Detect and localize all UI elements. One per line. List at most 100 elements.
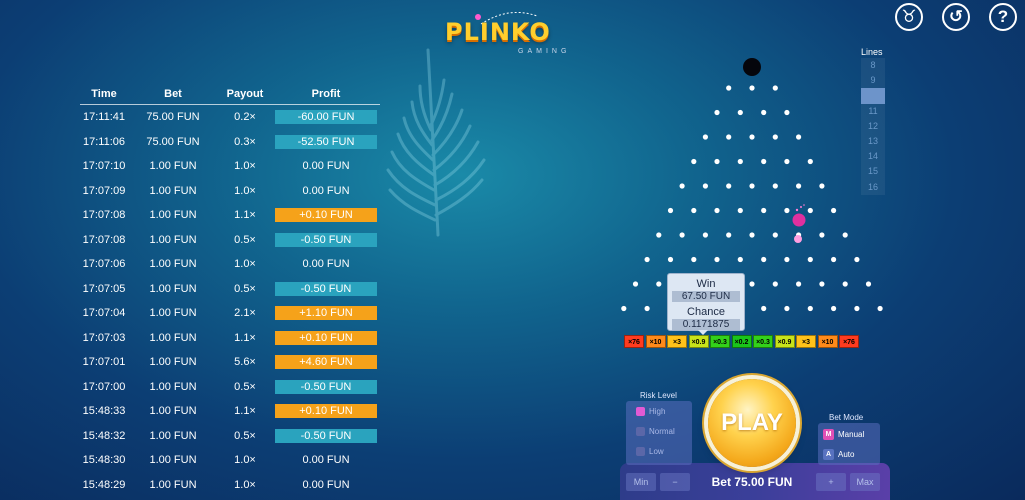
plinko-logo: PLINKO GAMING bbox=[445, 10, 585, 60]
lines-option[interactable]: 15 bbox=[861, 164, 885, 179]
peg bbox=[714, 207, 720, 214]
win-tooltip: Win 67.50 FUN Chance 0.1171875 bbox=[667, 273, 745, 331]
lines-option[interactable]: 16 bbox=[861, 180, 885, 195]
cell-profit: +0.10 FUN bbox=[272, 208, 380, 223]
profit-pill: +0.10 FUN bbox=[275, 404, 377, 419]
table-row: 17:07:03 1.00 FUN 1.1× +0.10 FUN bbox=[80, 326, 380, 351]
peg bbox=[737, 256, 743, 263]
profit-pill: -0.50 FUN bbox=[275, 232, 377, 247]
peg bbox=[726, 134, 732, 140]
header-payout: Payout bbox=[226, 88, 264, 100]
table-row: 15:48:32 1.00 FUN 0.5× -0.50 FUN bbox=[80, 424, 380, 449]
mode-option-label: Auto bbox=[838, 449, 855, 459]
cell-payout: 1.0× bbox=[234, 160, 256, 173]
cell-time: 17:07:10 bbox=[82, 160, 126, 173]
history-icon[interactable]: ↺ bbox=[942, 3, 970, 31]
cell-bet: 1.00 FUN bbox=[149, 282, 197, 295]
lines-option[interactable]: 9 bbox=[861, 73, 885, 88]
cell-bet: 1.00 FUN bbox=[149, 307, 197, 320]
cell-time: 17:07:08 bbox=[82, 209, 126, 222]
cell-payout: 0.2× bbox=[234, 111, 256, 124]
peg bbox=[842, 232, 848, 238]
game-screen: PLINKO GAMING ♉ ↺ ? Time Bet Payout Prof… bbox=[0, 0, 1025, 500]
cell-bet: 1.00 FUN bbox=[149, 233, 197, 246]
profit-pill: 0.00 FUN bbox=[302, 184, 350, 197]
lines-option[interactable]: 8 bbox=[861, 58, 885, 73]
risk-level-label: Risk Level bbox=[640, 391, 677, 400]
peg bbox=[819, 183, 825, 189]
table-row: 17:07:00 1.00 FUN 0.5× -0.50 FUN bbox=[80, 375, 380, 400]
cell-payout: 2.1× bbox=[234, 307, 256, 320]
trophy-glyph: ♉ bbox=[901, 7, 917, 26]
bet-mode-selector: M Manual A Auto bbox=[818, 423, 880, 465]
lines-option[interactable]: 10 bbox=[861, 88, 885, 104]
chance-value: 0.1171875 bbox=[672, 319, 740, 330]
cell-time: 17:07:08 bbox=[82, 233, 126, 246]
peg bbox=[772, 85, 778, 91]
peg bbox=[667, 207, 674, 214]
peg bbox=[831, 256, 837, 263]
cell-profit: -52.50 FUN bbox=[272, 134, 380, 149]
table-row: 17:07:05 1.00 FUN 0.5× -0.50 FUN bbox=[80, 277, 380, 302]
logo-subtitle: GAMING bbox=[518, 48, 571, 55]
cell-profit: 0.00 FUN bbox=[272, 453, 380, 467]
peg bbox=[667, 256, 674, 263]
peg bbox=[761, 256, 767, 263]
lines-option[interactable]: 11 bbox=[861, 104, 885, 119]
help-icon[interactable]: ? bbox=[989, 3, 1017, 31]
risk-option-normal[interactable]: Normal bbox=[626, 421, 692, 441]
peg bbox=[702, 134, 708, 140]
multiplier-slot: ×0.9 bbox=[688, 335, 709, 348]
risk-option-low[interactable]: Low bbox=[626, 441, 692, 461]
cell-payout: 1.1× bbox=[234, 331, 256, 344]
cell-bet: 1.00 FUN bbox=[149, 429, 197, 442]
peg bbox=[877, 305, 883, 312]
tooltip-arrow bbox=[698, 330, 708, 335]
ball-trail bbox=[795, 208, 799, 212]
lines-option[interactable]: 14 bbox=[861, 149, 885, 164]
peg bbox=[761, 305, 767, 312]
peg bbox=[772, 134, 778, 140]
peg bbox=[737, 109, 743, 116]
multiplier-slot: ×0.9 bbox=[774, 335, 795, 348]
lines-label: Lines bbox=[861, 47, 883, 57]
cell-time: 17:07:00 bbox=[82, 380, 126, 393]
peg bbox=[831, 305, 837, 312]
mode-option-manual[interactable]: M Manual bbox=[818, 425, 880, 443]
bet-mode-label: Bet Mode bbox=[829, 413, 864, 422]
cell-time: 17:07:03 bbox=[82, 331, 126, 344]
play-button[interactable]: PLAY bbox=[708, 379, 796, 467]
cell-time: 15:48:33 bbox=[82, 405, 126, 418]
min-bet-button[interactable]: Min bbox=[626, 473, 656, 491]
high-risk-icon bbox=[636, 406, 645, 416]
normal-risk-icon bbox=[636, 426, 645, 436]
peg bbox=[621, 305, 627, 312]
risk-option-high[interactable]: High bbox=[626, 401, 692, 421]
cell-bet: 1.00 FUN bbox=[149, 405, 197, 418]
multiplier-slot: ×3 bbox=[796, 335, 816, 348]
control-panel: Risk Level High Normal Low PLAY Bet Mode… bbox=[620, 379, 890, 500]
cell-bet: 1.00 FUN bbox=[149, 184, 197, 197]
cell-payout: 1.0× bbox=[234, 258, 256, 271]
cell-bet: 1.00 FUN bbox=[149, 331, 197, 344]
cell-payout: 0.5× bbox=[234, 282, 256, 295]
multiplier-slot: ×10 bbox=[817, 335, 838, 348]
peg bbox=[761, 158, 767, 165]
table-row: 15:48:33 1.00 FUN 1.1× +0.10 FUN bbox=[80, 399, 380, 424]
mode-option-label: Manual bbox=[838, 429, 865, 439]
lines-option[interactable]: 12 bbox=[861, 119, 885, 134]
risk-option-label: Normal bbox=[649, 426, 675, 436]
max-bet-button[interactable]: Max bbox=[850, 473, 880, 491]
mode-option-auto[interactable]: A Auto bbox=[818, 445, 880, 463]
cell-profit: +0.10 FUN bbox=[272, 330, 380, 345]
auto-badge-icon: A bbox=[823, 448, 834, 460]
decrease-bet-button[interactable]: − bbox=[660, 473, 690, 491]
peg bbox=[644, 256, 650, 263]
increase-bet-button[interactable]: + bbox=[816, 473, 846, 491]
profit-pill: +4.60 FUN bbox=[275, 355, 377, 370]
peg bbox=[796, 281, 802, 287]
cell-profit: 0.00 FUN bbox=[272, 184, 380, 198]
profit-pill: -60.00 FUN bbox=[275, 110, 377, 125]
trophy-icon[interactable]: ♉ bbox=[895, 3, 923, 31]
lines-option[interactable]: 13 bbox=[861, 134, 885, 149]
